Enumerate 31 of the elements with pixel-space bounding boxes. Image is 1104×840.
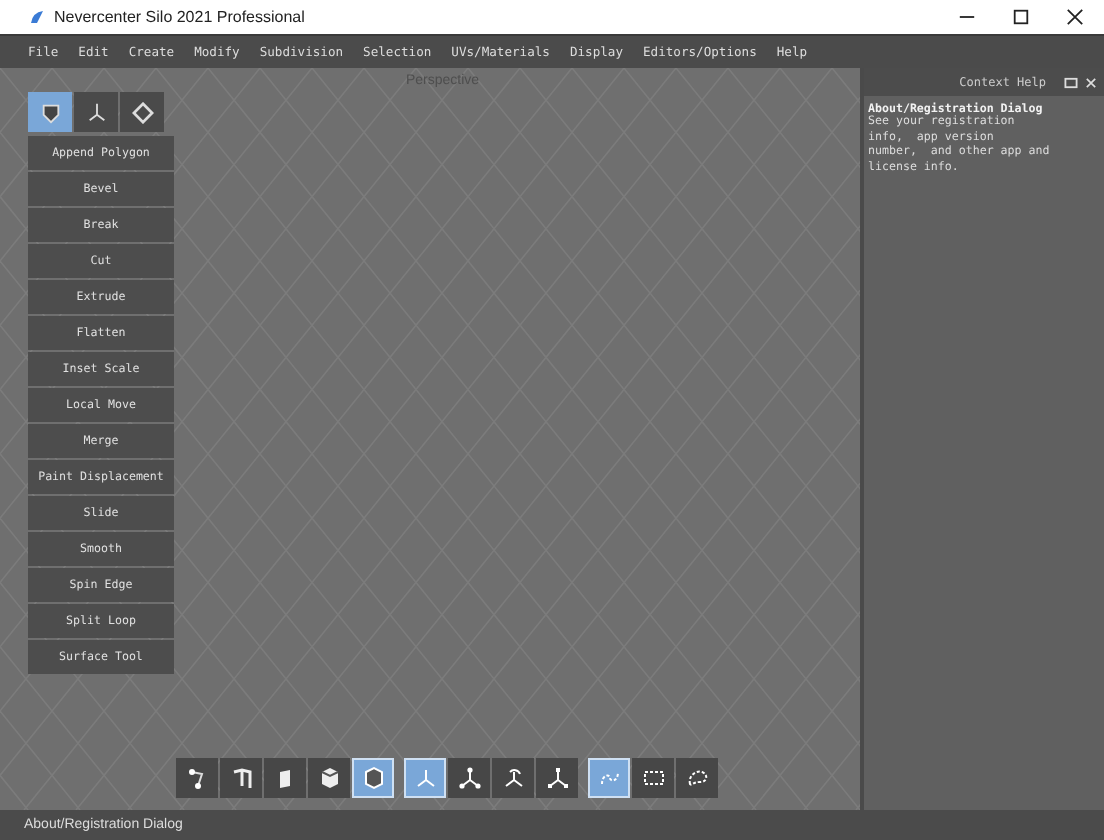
shield-icon [39, 101, 61, 123]
window-title: Nevercenter Silo 2021 Professional [54, 8, 305, 26]
move-icon [457, 766, 481, 790]
toolbar-button[interactable] [536, 758, 578, 798]
toolbar-button[interactable] [492, 758, 534, 798]
axes-icon [413, 766, 437, 790]
edge-icon [229, 766, 253, 790]
lasso-icon [685, 766, 709, 790]
scale-icon [545, 766, 569, 790]
toolbar-button[interactable] [220, 758, 262, 798]
cube-icon [317, 766, 341, 790]
toolbar-button[interactable] [676, 758, 718, 798]
toolbar-button[interactable] [176, 758, 218, 798]
close-icon[interactable] [1066, 8, 1084, 26]
diamond-icon [131, 101, 153, 123]
toolbar-button[interactable] [632, 758, 674, 798]
axes-icon [85, 101, 107, 123]
toolbar-button[interactable] [448, 758, 490, 798]
float-panel-icon[interactable] [1064, 75, 1078, 89]
vertex-icon [185, 766, 209, 790]
tool-tab[interactable] [120, 92, 164, 132]
toolbar-button[interactable] [352, 758, 394, 798]
toolbar-button[interactable] [264, 758, 306, 798]
rotate-icon [501, 766, 525, 790]
tool-tab[interactable] [28, 92, 72, 132]
maximize-icon[interactable] [1012, 8, 1030, 26]
toolbar-button[interactable] [308, 758, 350, 798]
rectangle-select-icon [641, 766, 665, 790]
cube-icon [361, 766, 385, 790]
tool-tab[interactable] [74, 92, 118, 132]
app-logo-icon [28, 8, 46, 26]
